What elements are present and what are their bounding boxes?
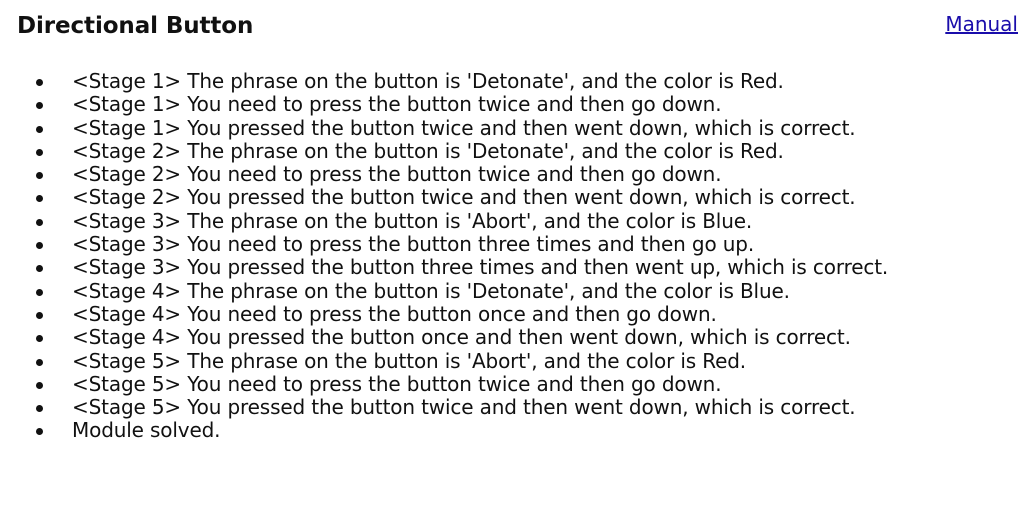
bullet-icon bbox=[36, 428, 43, 436]
log-item-text: <Stage 4> You pressed the button once an… bbox=[72, 325, 851, 350]
bullet-icon bbox=[36, 311, 43, 319]
bullet-icon bbox=[36, 335, 43, 343]
log-item-text: <Stage 5> You need to press the button t… bbox=[72, 371, 722, 396]
bullet-icon bbox=[36, 172, 43, 180]
log-item-text: <Stage 3> The phrase on the button is 'A… bbox=[72, 208, 753, 233]
log-item-text: <Stage 2> You pressed the button twice a… bbox=[72, 185, 856, 210]
log-item: <Stage 5> The phrase on the button is 'A… bbox=[36, 348, 1018, 373]
log-item-text: <Stage 5> You pressed the button twice a… bbox=[72, 395, 856, 420]
bullet-icon bbox=[36, 218, 43, 226]
log-item-text: <Stage 5> The phrase on the button is 'A… bbox=[72, 348, 746, 373]
log-list: <Stage 1> The phrase on the button is 'D… bbox=[17, 69, 1018, 443]
log-item: <Stage 1> You need to press the button t… bbox=[36, 92, 1018, 117]
log-item: <Stage 3> You need to press the button t… bbox=[36, 232, 1018, 257]
bullet-icon bbox=[36, 242, 43, 250]
bullet-icon bbox=[36, 358, 43, 366]
module-header: Directional Button Manual bbox=[17, 0, 1018, 70]
log-item: <Stage 3> You pressed the button three t… bbox=[36, 255, 1018, 280]
log-item-text: <Stage 2> You need to press the button t… bbox=[72, 162, 722, 187]
log-item: <Stage 2> You pressed the button twice a… bbox=[36, 185, 1018, 210]
log-item: <Stage 4> The phrase on the button is 'D… bbox=[36, 278, 1018, 303]
bullet-icon bbox=[36, 148, 43, 156]
bullet-icon bbox=[36, 195, 43, 203]
log-item-text: <Stage 3> You pressed the button three t… bbox=[72, 255, 889, 280]
log-item: <Stage 2> You need to press the button t… bbox=[36, 162, 1018, 187]
log-item: <Stage 5> You need to press the button t… bbox=[36, 371, 1018, 396]
bullet-icon bbox=[36, 79, 43, 86]
bullet-icon bbox=[36, 381, 43, 389]
module-log-page: Directional Button Manual <Stage 1> The … bbox=[0, 0, 1027, 520]
manual-link[interactable]: Manual bbox=[945, 11, 1018, 37]
bullet-icon bbox=[36, 265, 43, 273]
log-item: <Stage 3> The phrase on the button is 'A… bbox=[36, 208, 1018, 233]
log-item-text: Module solved. bbox=[72, 418, 221, 443]
log-item: <Stage 1> The phrase on the button is 'D… bbox=[36, 69, 1018, 93]
log-item-text: <Stage 2> The phrase on the button is 'D… bbox=[72, 138, 784, 163]
log-item-text: <Stage 4> The phrase on the button is 'D… bbox=[72, 278, 790, 303]
bullet-icon bbox=[36, 405, 43, 413]
log-item: <Stage 1> You pressed the button twice a… bbox=[36, 115, 1018, 140]
log-item: <Stage 4> You pressed the button once an… bbox=[36, 325, 1018, 350]
module-title: Directional Button bbox=[17, 13, 254, 39]
bullet-icon bbox=[36, 288, 43, 296]
log-item: <Stage 2> The phrase on the button is 'D… bbox=[36, 138, 1018, 163]
bullet-icon bbox=[36, 125, 43, 133]
bullet-icon bbox=[36, 102, 43, 110]
log-item-text: <Stage 4> You need to press the button o… bbox=[72, 301, 717, 326]
log-item: <Stage 4> You need to press the button o… bbox=[36, 301, 1018, 326]
log-item-text: <Stage 1> You pressed the button twice a… bbox=[72, 115, 856, 140]
log-item: <Stage 5> You pressed the button twice a… bbox=[36, 395, 1018, 420]
log-item-text: <Stage 1> You need to press the button t… bbox=[72, 92, 722, 117]
log-item-text: <Stage 3> You need to press the button t… bbox=[72, 232, 755, 257]
log-item: Module solved. bbox=[36, 418, 1018, 443]
log-item-text: <Stage 1> The phrase on the button is 'D… bbox=[72, 69, 784, 93]
